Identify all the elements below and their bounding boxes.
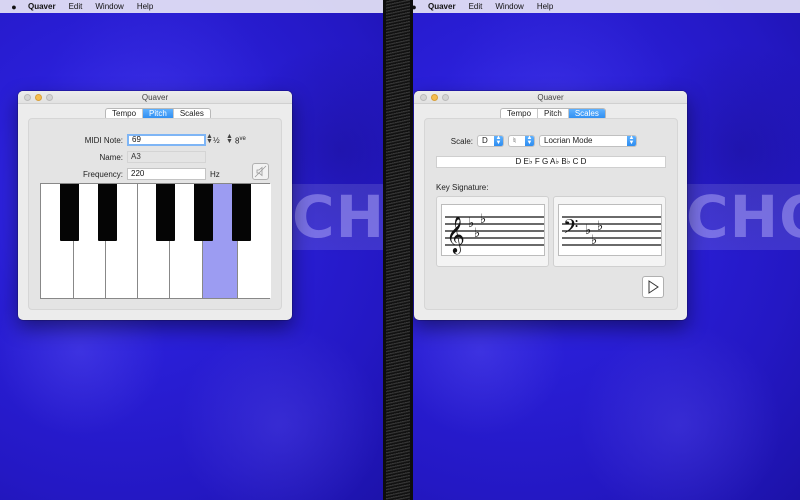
chevron-updown-icon: ▲ ▼ <box>627 135 636 146</box>
midi-note-label: MIDI Note: <box>84 136 123 145</box>
root-note-popup[interactable]: D ▲ ▼ <box>477 135 504 147</box>
menu-edit[interactable]: Edit <box>469 2 483 11</box>
bass-clef-staff-icon: 𝄢 ♭ ♭ ♭ <box>562 215 661 248</box>
octave-label: 8ve <box>235 136 246 146</box>
treble-clef-staff-icon: 𝄞 ♭ ♭ ♭ <box>445 212 544 254</box>
key-signature-label: Key Signature: <box>436 183 489 192</box>
treble-staff: 𝄞 ♭ ♭ ♭ <box>441 204 545 256</box>
apple-icon[interactable]: ● <box>0 2 28 12</box>
desktop-left: CHO ● Quaver Edit Window Help Quaver Tem… <box>0 0 400 500</box>
piano-key-f-sharp[interactable] <box>156 184 175 241</box>
mute-button[interactable] <box>252 163 269 180</box>
menu-bar: ● Quaver Edit Window Help <box>400 0 800 13</box>
pitch-window: Quaver Tempo Pitch Scales MIDI Note: 69 … <box>18 91 292 320</box>
accidental-popup[interactable]: ♮ ▲ ▼ <box>508 135 535 147</box>
window-title: Quaver <box>141 93 169 102</box>
menu-window[interactable]: Window <box>495 2 523 11</box>
menu-window[interactable]: Window <box>95 2 123 11</box>
frequency-label: Frequency: <box>82 170 123 179</box>
piano-key-c-sharp[interactable] <box>60 184 79 241</box>
octave-stepper[interactable]: ▲ ▼ <box>226 133 233 145</box>
frequency-field[interactable]: 220 <box>127 168 206 180</box>
play-button[interactable] <box>642 276 664 298</box>
menu-edit[interactable]: Edit <box>69 2 83 11</box>
svg-text:♭: ♭ <box>591 233 597 248</box>
scale-label: Scale: <box>450 137 473 146</box>
menu-app-name[interactable]: Quaver <box>428 2 456 11</box>
name-label: Name: <box>99 153 123 162</box>
scales-window: Quaver Tempo Pitch Scales Scale: D ▲ ▼ ♮ … <box>414 91 687 320</box>
scales-panel: Scale: D ▲ ▼ ♮ ▲ ▼ Locrian Mode ▲ ▼ D E♭ F … <box>424 118 678 310</box>
play-icon <box>648 280 659 294</box>
svg-text:♭: ♭ <box>597 219 603 234</box>
title-bar: Quaver <box>414 91 687 104</box>
piano-key-d-sharp[interactable] <box>98 184 117 241</box>
speaker-muted-icon <box>254 165 267 178</box>
piano-keyboard <box>40 183 271 299</box>
window-title: Quaver <box>537 93 564 102</box>
piano-key-a-sharp[interactable] <box>232 184 251 241</box>
chevron-updown-icon: ▲ ▼ <box>525 135 534 146</box>
scale-notes-display: D E♭ F G A♭ B♭ C D <box>436 156 666 168</box>
mode-popup[interactable]: Locrian Mode ▲ ▼ <box>539 135 637 147</box>
svg-text:♭: ♭ <box>474 226 480 241</box>
svg-text:♭: ♭ <box>480 212 486 227</box>
note-name-field: A3 <box>127 151 206 163</box>
frequency-unit: Hz <box>210 170 220 179</box>
midi-note-stepper[interactable]: ▲ ▼ <box>206 133 213 145</box>
spiral-binding <box>383 0 413 500</box>
piano-key-g-sharp[interactable] <box>194 184 213 241</box>
desktop-right: CHO ● Quaver Edit Window Help Quaver Tem… <box>400 0 800 500</box>
pitch-panel: MIDI Note: 69 ▲ ▼ ½ ▲ ▼ 8ve Name: A3 Frequ… <box>28 118 282 310</box>
midi-note-field[interactable]: 69 <box>127 134 206 146</box>
menu-help[interactable]: Help <box>537 2 553 11</box>
menu-bar: ● Quaver Edit Window Help <box>0 0 400 13</box>
chevron-updown-icon: ▲ ▼ <box>494 135 503 146</box>
half-step-label: ½ <box>213 136 220 145</box>
menu-app-name[interactable]: Quaver <box>28 2 56 11</box>
treble-staff-frame: 𝄞 ♭ ♭ ♭ <box>436 196 549 267</box>
background-word: CHO <box>686 184 800 250</box>
bass-staff: 𝄢 ♭ ♭ ♭ <box>558 204 662 256</box>
svg-text:𝄞: 𝄞 <box>446 215 465 254</box>
bass-staff-frame: 𝄢 ♭ ♭ ♭ <box>553 196 666 267</box>
title-bar: Quaver <box>18 91 292 104</box>
menu-help[interactable]: Help <box>137 2 153 11</box>
svg-text:𝄢: 𝄢 <box>563 215 578 243</box>
